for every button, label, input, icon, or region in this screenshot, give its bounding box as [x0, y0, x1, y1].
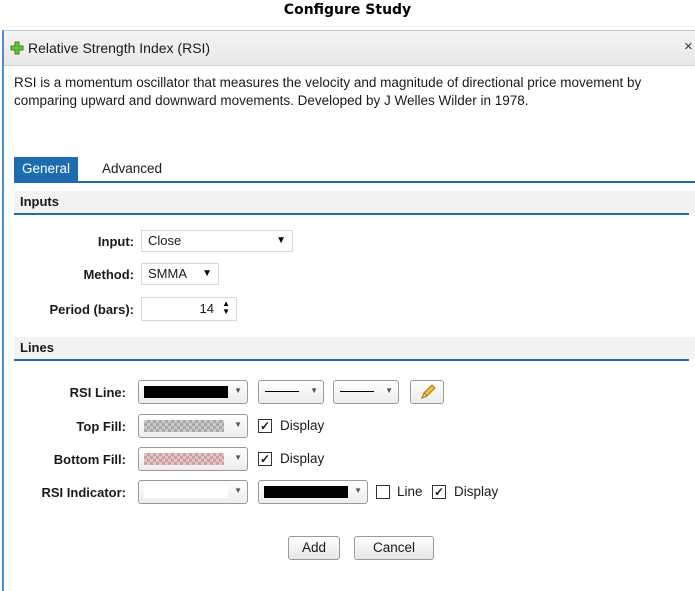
period-value: 14: [199, 301, 214, 316]
bottom-fill-swatch: [144, 453, 224, 465]
rsi-indicator-swatch-2: [264, 486, 348, 498]
input-select-value: Close: [148, 233, 182, 248]
rsi-indicator-display-label: Display: [454, 484, 499, 499]
rsi-line-color-picker[interactable]: ▼: [138, 380, 248, 404]
rsi-indicator-line-checkbox[interactable]: [376, 485, 390, 499]
inputs-section-header: Inputs: [14, 191, 695, 213]
chevron-down-icon: ▼: [385, 386, 393, 395]
period-label: Period (bars):: [49, 302, 134, 317]
bottom-fill-label: Bottom Fill:: [53, 452, 126, 467]
rsi-line-label: RSI Line:: [69, 385, 126, 400]
chevron-down-icon: ▼: [234, 453, 242, 462]
lines-divider: [14, 359, 689, 361]
plus-icon: [10, 41, 24, 55]
chevron-down-icon: ▼: [234, 486, 242, 495]
rsi-line-width-select[interactable]: ▼: [258, 380, 324, 404]
top-fill-display-label: Display: [280, 418, 325, 433]
period-stepper[interactable]: 14 ▲ ▼: [141, 297, 237, 321]
rsi-indicator-line-label: Line: [397, 484, 423, 499]
rsi-indicator-display-checkbox[interactable]: ✓: [432, 485, 446, 499]
rsi-indicator-color-picker-2[interactable]: ▼: [258, 480, 368, 504]
rsi-indicator-label: RSI Indicator:: [41, 485, 126, 500]
dialog-title: Relative Strength Index (RSI): [28, 40, 211, 56]
chevron-down-icon: ▼: [234, 386, 242, 395]
add-button[interactable]: Add: [288, 536, 340, 560]
bottom-fill-display-label: Display: [280, 451, 325, 466]
line-style-sample: [340, 391, 374, 392]
lines-heading: Lines: [20, 340, 54, 355]
rsi-line-style-select[interactable]: ▼: [333, 380, 399, 404]
chevron-down-icon: ▼: [354, 486, 362, 495]
top-fill-display-checkbox[interactable]: ✓: [258, 419, 272, 433]
tab-advanced[interactable]: Advanced: [94, 157, 170, 181]
top-fill-label: Top Fill:: [76, 419, 126, 434]
method-select-value: SMMA: [148, 266, 187, 281]
study-description: RSI is a momentum oscillator that measur…: [14, 75, 642, 108]
chevron-down-icon: ▼: [276, 235, 286, 246]
cancel-button[interactable]: Cancel: [354, 536, 434, 560]
bottom-fill-display-checkbox[interactable]: ✓: [258, 452, 272, 466]
top-fill-swatch: [144, 420, 224, 432]
tab-underline: [14, 181, 695, 183]
tab-general[interactable]: General: [14, 157, 79, 181]
lines-section-header: Lines: [14, 337, 695, 359]
rsi-line-color-swatch: [144, 386, 228, 398]
input-select[interactable]: Close ▼: [141, 230, 293, 252]
configure-study-dialog: Relative Strength Index (RSI) × RSI is a…: [2, 30, 695, 591]
bottom-fill-color-picker[interactable]: ▼: [138, 447, 248, 471]
rsi-indicator-swatch-1: [144, 486, 228, 498]
dialog-titlebar: Relative Strength Index (RSI) ×: [4, 31, 695, 66]
rsi-indicator-color-picker-1[interactable]: ▼: [138, 480, 248, 504]
input-label: Input:: [97, 234, 134, 249]
inputs-divider: [14, 213, 689, 215]
chevron-down-icon: ▼: [310, 386, 318, 395]
inputs-heading: Inputs: [20, 194, 59, 209]
method-select[interactable]: SMMA ▼: [141, 263, 219, 285]
method-label: Method:: [83, 267, 134, 282]
stepper-arrows-icon[interactable]: ▲ ▼: [222, 300, 230, 316]
close-icon[interactable]: ×: [684, 38, 693, 55]
edit-button[interactable]: [410, 380, 444, 404]
pencil-icon: [421, 384, 436, 399]
line-width-sample: [265, 391, 299, 392]
top-fill-color-picker[interactable]: ▼: [138, 414, 248, 438]
page-caption: Configure Study: [283, 2, 412, 18]
chevron-down-icon: ▼: [202, 268, 212, 279]
chevron-down-icon: ▼: [234, 420, 242, 429]
